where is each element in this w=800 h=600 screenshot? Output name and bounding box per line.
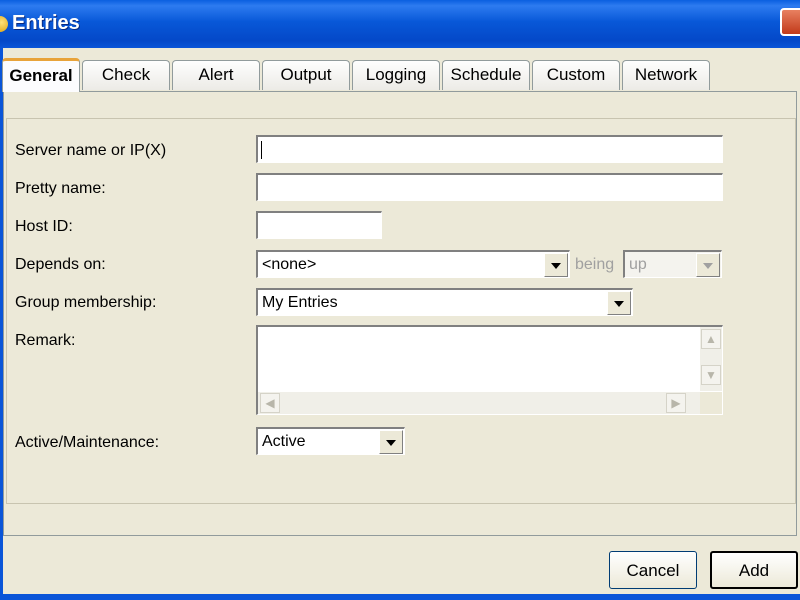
scroll-left-icon[interactable]: ◀ <box>260 393 280 413</box>
pretty-name-input[interactable] <box>256 173 723 201</box>
tab-alert[interactable]: Alert <box>172 60 260 90</box>
vertical-scrollbar[interactable]: ▲ ▼ <box>700 327 722 391</box>
cancel-button[interactable]: Cancel <box>609 551 697 589</box>
scrollbar-corner <box>700 392 722 414</box>
text-caret <box>261 141 262 159</box>
app-icon <box>0 16 8 32</box>
being-label: being <box>575 256 615 273</box>
horizontal-scrollbar[interactable]: ◀ ▶ <box>258 392 700 414</box>
active-maintenance-select[interactable]: Active <box>256 427 405 455</box>
scroll-up-icon[interactable]: ▲ <box>701 329 721 349</box>
being-value: up <box>629 256 647 273</box>
tab-check[interactable]: Check <box>82 60 170 90</box>
tab-general[interactable]: General <box>2 58 80 92</box>
window-border <box>0 594 800 600</box>
tab-network[interactable]: Network <box>622 60 710 90</box>
pretty-name-label: Pretty name: <box>15 180 106 197</box>
tab-custom[interactable]: Custom <box>532 60 620 90</box>
chevron-down-icon[interactable] <box>607 291 631 315</box>
depends-on-label: Depends on: <box>15 256 106 273</box>
server-name-input[interactable] <box>256 135 723 163</box>
host-id-input[interactable] <box>256 211 382 239</box>
chevron-down-icon[interactable] <box>696 253 720 277</box>
depends-on-select[interactable]: <none> <box>256 250 570 278</box>
chevron-down-icon[interactable] <box>544 253 568 277</box>
tab-output[interactable]: Output <box>262 60 350 90</box>
active-maintenance-label: Active/Maintenance: <box>15 434 160 451</box>
group-membership-label: Group membership: <box>15 294 157 311</box>
remark-textarea[interactable]: ▲ ▼ ◀ ▶ <box>256 325 723 415</box>
window-title: Entries <box>12 12 80 34</box>
host-id-label: Host ID: <box>15 218 73 235</box>
server-label: Server name or IP(X) <box>15 142 167 159</box>
being-select[interactable]: up <box>623 250 722 278</box>
group-membership-value: My Entries <box>262 294 338 311</box>
close-icon[interactable] <box>780 8 800 36</box>
add-button[interactable]: Add <box>710 551 798 589</box>
remark-label: Remark: <box>15 332 76 349</box>
tab-logging[interactable]: Logging <box>352 60 440 90</box>
chevron-down-icon[interactable] <box>379 430 403 454</box>
scroll-right-icon[interactable]: ▶ <box>666 393 686 413</box>
depends-on-value: <none> <box>262 256 317 273</box>
title-bar: Entries <box>0 0 800 48</box>
group-membership-select[interactable]: My Entries <box>256 288 633 316</box>
tab-schedule[interactable]: Schedule <box>442 60 530 90</box>
active-maintenance-value: Active <box>262 433 306 450</box>
scroll-down-icon[interactable]: ▼ <box>701 365 721 385</box>
